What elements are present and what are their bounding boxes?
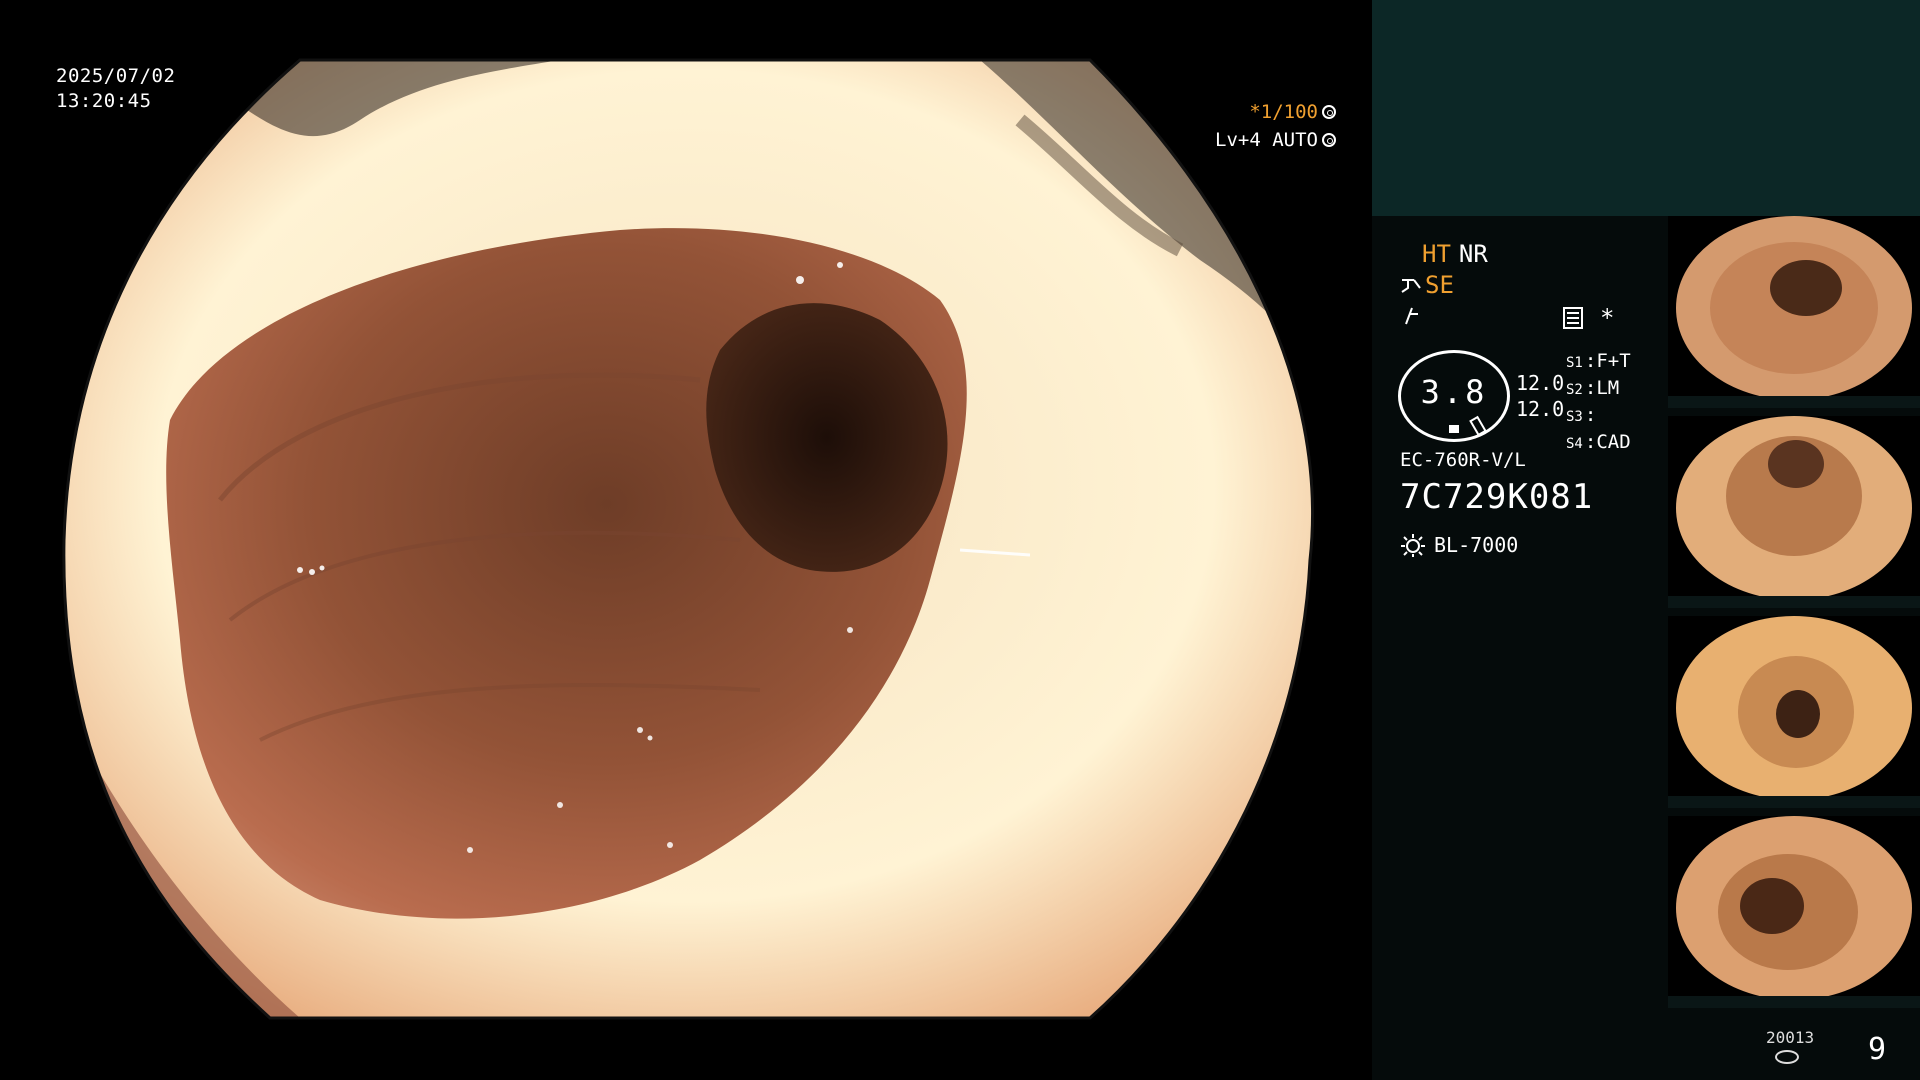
thumbnail-3[interactable] — [1668, 616, 1920, 808]
page-number: 9 — [1868, 1032, 1887, 1067]
shutter-dial-icon — [1322, 105, 1336, 119]
sun-light-icon — [1401, 534, 1425, 557]
thumbnail-1[interactable] — [1668, 216, 1920, 408]
side-panel-header — [1372, 0, 1920, 216]
thumbnail-image — [1676, 616, 1912, 800]
s4-value: CAD — [1596, 431, 1631, 453]
flash-icon — [1405, 307, 1418, 325]
thumbnail-list — [1668, 216, 1920, 1016]
shutter-value: *1/100 — [1249, 101, 1318, 123]
database-icon — [1775, 1050, 1799, 1064]
thumbnail-footer — [1668, 596, 1920, 608]
info-side-panel: HT NR SE * 3.8 12.0 12.0 S1:F+T S2:LM S3… — [1372, 0, 1920, 1080]
thumbnail-footer — [1668, 396, 1920, 408]
ht-label: HT — [1422, 240, 1451, 268]
image-counter: 20013 9 — [1372, 1020, 1920, 1080]
thumbnail-image — [1676, 816, 1912, 1000]
gauge-value-bottom: 12.0 — [1516, 397, 1565, 421]
s1-value: F+T — [1596, 350, 1631, 372]
s2-key: S2 — [1566, 382, 1583, 398]
light-source: BL-7000 — [1400, 532, 1518, 558]
gauge-value: 3.8 — [1420, 373, 1488, 411]
time-text: 13:20:45 — [56, 90, 152, 112]
shutter-info: *1/100 Lv+4 AUTO — [1215, 98, 1336, 154]
menu-icon — [1563, 307, 1583, 329]
s3-key: S3 — [1566, 409, 1583, 425]
thumbnail-image — [1676, 216, 1912, 400]
se-label: SE — [1425, 271, 1454, 299]
thumbnail-image — [1676, 416, 1912, 600]
s2-value: LM — [1596, 377, 1620, 399]
scope-serial: 7C729K081 — [1400, 477, 1594, 517]
date-text: 2025/07/02 — [56, 65, 176, 87]
thumbnail-footer — [1668, 796, 1920, 808]
gauge-values: 12.0 12.0 — [1516, 370, 1564, 422]
s1-key: S1 — [1566, 355, 1583, 371]
gauge-value-top: 12.0 — [1516, 371, 1565, 395]
scope-icon — [1401, 279, 1421, 293]
star-indicator: * — [1600, 304, 1615, 332]
nr-label: NR — [1458, 240, 1488, 268]
thumbnail-2[interactable] — [1668, 416, 1920, 608]
auto-ring-icon — [1322, 133, 1336, 147]
db-number: 20013 — [1766, 1028, 1815, 1047]
zoom-gauge: 3.8 — [1398, 350, 1510, 442]
s4-key: S4 — [1566, 436, 1583, 452]
endoscopy-image — [62, 58, 1315, 1020]
gauge-marker — [1449, 425, 1459, 433]
datetime-display: 2025/07/02 13:20:45 — [56, 64, 175, 114]
thumbnail-4[interactable] — [1668, 816, 1920, 1008]
level-label: Lv+4 AUTO — [1215, 129, 1318, 151]
switch-settings: S1:F+T S2:LM S3: S4:CAD — [1566, 350, 1631, 453]
thumbnail-footer — [1668, 996, 1920, 1008]
light-source-label: BL-7000 — [1434, 533, 1519, 557]
endoscope-main-view: 2025/07/02 13:20:45 *1/100 Lv+4 AUTO — [0, 0, 1372, 1080]
gauge-tick — [1469, 415, 1487, 437]
scope-model: EC-760R-V/L — [1400, 449, 1526, 471]
